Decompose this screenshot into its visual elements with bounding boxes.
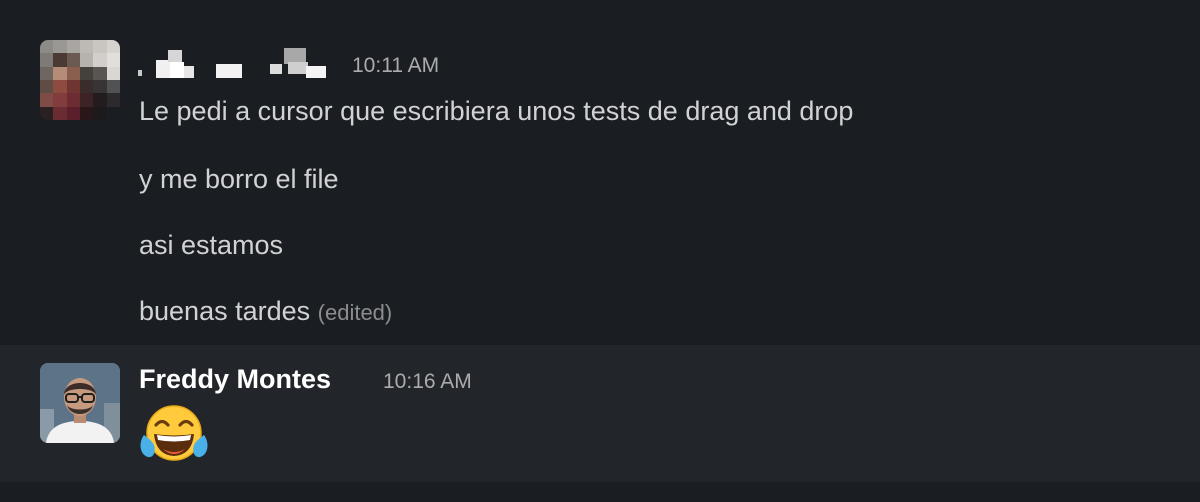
message-text: buenas tardes: [139, 296, 311, 326]
message-timestamp[interactable]: 10:16 AM: [383, 370, 472, 394]
laughing-emoji-icon: [140, 405, 208, 461]
message-group-1: 10:11 AM Le pedi a cursor que escribiera…: [0, 0, 1200, 345]
profile-photo: [40, 363, 120, 443]
avatar-redacted[interactable]: [40, 40, 120, 120]
edited-label: (edited): [317, 300, 393, 325]
redacted-username[interactable]: [138, 48, 338, 80]
face-with-tears-of-joy-emoji: [138, 403, 210, 467]
username-freddy-montes[interactable]: Freddy Montes: [139, 364, 331, 395]
pixelated-avatar-image: [40, 40, 120, 120]
message-timestamp[interactable]: 10:11 AM: [352, 54, 439, 78]
message-text-line-2: y me borro el file: [139, 164, 339, 194]
message-text-line-3: asi estamos: [139, 230, 284, 260]
message-text-line-1: Le pedi a cursor que escribiera unos tes…: [139, 96, 854, 126]
bottom-strip: [0, 482, 1200, 502]
message-text-line-4: buenas tardes (edited): [139, 296, 392, 327]
person-photo-icon: [40, 363, 120, 443]
avatar-freddy-montes[interactable]: [40, 363, 120, 443]
